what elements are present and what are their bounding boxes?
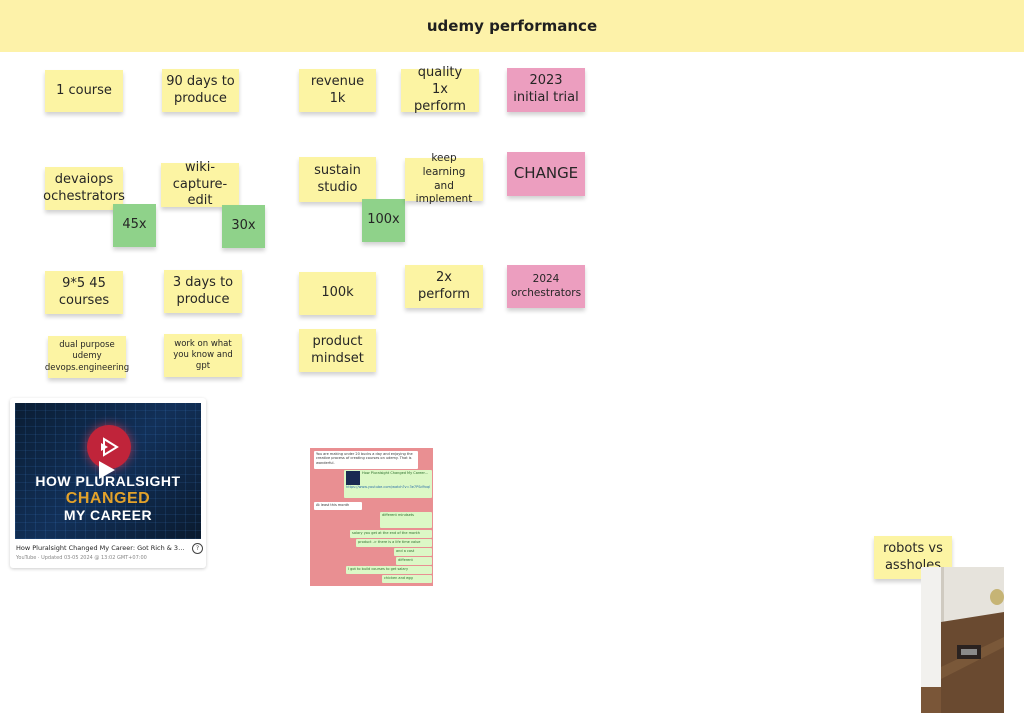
chat-message: different: [396, 557, 432, 565]
board-header: udemy performance: [0, 0, 1024, 52]
chat-message: I got to build courses to get salary: [346, 566, 432, 574]
chat-message: different mindsets: [380, 512, 432, 528]
chat-message: chicken and egg: [382, 575, 432, 583]
video-thumbnail[interactable]: HOW PLURALSIGHT CHANGED MY CAREER: [15, 403, 201, 539]
sticky-note[interactable]: quality 1x perform: [401, 65, 479, 114]
link-preview-thumbnail: [346, 471, 360, 485]
photo-content: [921, 567, 1004, 713]
sticky-note[interactable]: 100k: [299, 272, 376, 315]
sticky-note[interactable]: CHANGE: [507, 152, 585, 196]
board-title: udemy performance: [426, 17, 598, 35]
sticky-note[interactable]: 2024 orchestrators: [507, 265, 585, 308]
sticky-note[interactable]: dual purpose udemy devops.engineering: [45, 336, 129, 378]
youtube-embed-card[interactable]: HOW PLURALSIGHT CHANGED MY CAREER How Pl…: [10, 398, 206, 568]
link-url: https://www.youtube.com/watch?v=3e7PSd9x…: [346, 485, 430, 489]
video-title[interactable]: How Pluralsight Changed My Career: Got R…: [16, 544, 188, 552]
sticky-note[interactable]: 45x: [113, 204, 156, 247]
sticky-note[interactable]: revenue 1k: [299, 69, 376, 112]
sticky-note[interactable]: 9*5 45 courses: [45, 271, 123, 314]
sticky-note[interactable]: 90 days to produce: [162, 69, 239, 112]
link-preview-title: How Pluralsight Changed My Career...: [362, 471, 428, 475]
sticky-note[interactable]: 3 days to produce: [164, 270, 242, 313]
bathroom-photo-image[interactable]: [921, 567, 1004, 713]
help-icon[interactable]: ?: [192, 543, 203, 554]
chat-message: and a cost: [394, 548, 432, 556]
chat-screenshot-image[interactable]: You are making under 20 bucks a day and …: [310, 448, 433, 586]
sticky-note[interactable]: product mindset: [299, 329, 376, 372]
sticky-note[interactable]: 30x: [222, 205, 265, 248]
chat-message: salary you get at the end of the month: [350, 530, 432, 538]
sticky-note[interactable]: 100x: [362, 199, 405, 242]
video-source: YouTube · Updated 03-05 2024 @ 13:02 GMT…: [16, 555, 147, 561]
chat-message: You are making under 20 bucks a day and …: [314, 451, 418, 469]
sticky-note[interactable]: 2023 initial trial: [507, 68, 585, 112]
sticky-note[interactable]: sustain studio: [299, 157, 376, 202]
sticky-note[interactable]: work on what you know and gpt: [164, 334, 242, 377]
chat-message: product -> there is a life time value: [356, 539, 432, 547]
thumbnail-text-line: CHANGED: [65, 490, 151, 507]
chat-message: How Pluralsight Changed My Career... htt…: [344, 470, 432, 498]
sticky-note[interactable]: devaiops ochestrators: [43, 167, 125, 210]
thumbnail-text-line: HOW PLURALSIGHT: [35, 473, 181, 489]
chat-message: At least this month: [314, 502, 362, 510]
sticky-note[interactable]: wiki- capture-edit: [161, 160, 239, 208]
sticky-note[interactable]: 2x perform: [405, 265, 483, 308]
sticky-note[interactable]: 1 course: [45, 70, 123, 112]
sticky-note[interactable]: keep learning and implement: [405, 152, 483, 205]
thumbnail-text-line: MY CAREER: [63, 507, 153, 523]
